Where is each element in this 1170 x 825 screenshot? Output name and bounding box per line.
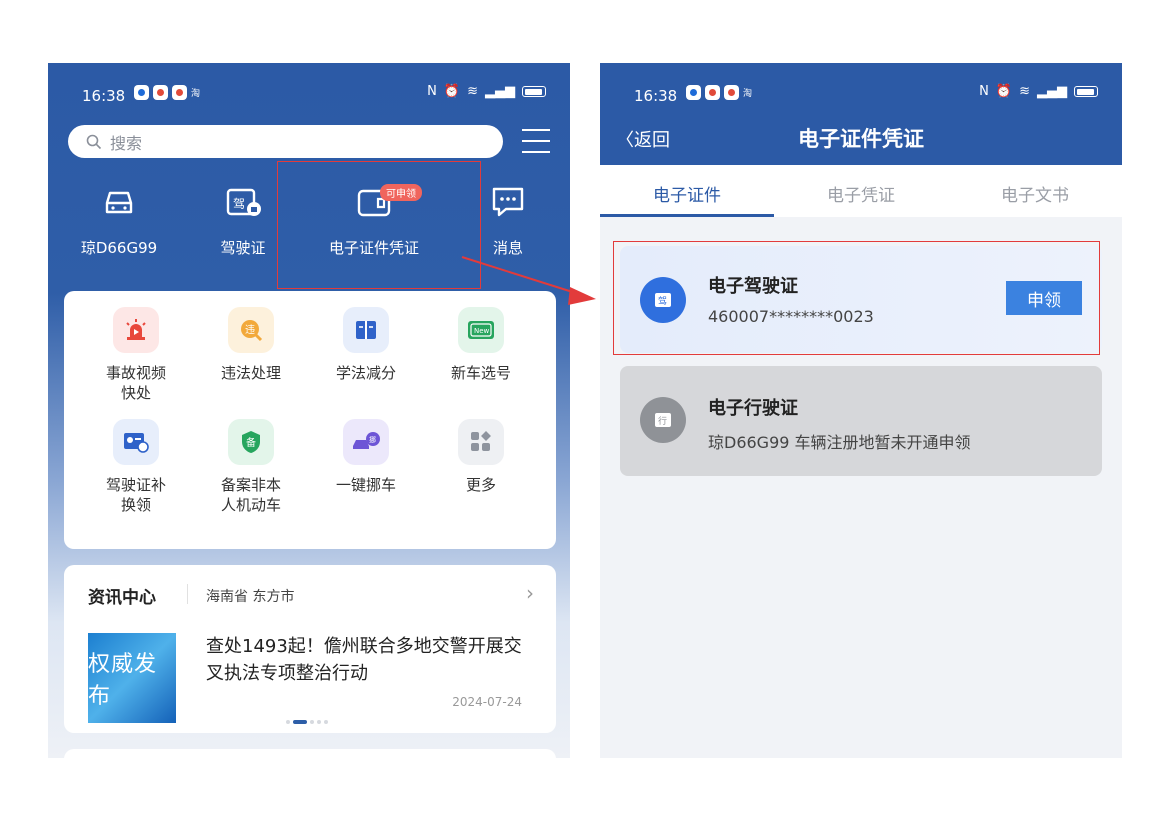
- right-phone-screen: 16:38 淘 N ⏰ ≋ ▂▄▆ 〈返回 电子证件凭证 电子证件 电子凭证 电…: [600, 63, 1122, 758]
- status-time: 16:38: [82, 87, 126, 105]
- card-name: 电子行驶证: [708, 398, 798, 419]
- highlight-box: [613, 241, 1100, 355]
- service-violation[interactable]: 违 违法处理: [196, 307, 306, 383]
- divider: [187, 584, 188, 604]
- highlight-box: [277, 161, 481, 289]
- signal-icon: ▂▄▆: [485, 84, 515, 99]
- vehicle-license-icon: 行: [640, 397, 686, 443]
- service-record-vehicle[interactable]: 备 备案非本人机动车: [196, 419, 306, 515]
- status-app-icons: 淘: [686, 85, 752, 100]
- card-status: 琼D66G99 车辆注册地暂未开通申领: [708, 433, 971, 452]
- nfc-icon: N: [427, 84, 437, 99]
- svg-text:驾: 驾: [233, 197, 245, 211]
- service-label: 更多: [465, 476, 496, 494]
- svg-text:挪: 挪: [369, 435, 376, 444]
- status-bar: 16:38 淘 N ⏰ ≋ ▂▄▆: [48, 63, 570, 125]
- quick-action-label: 琼D66G99: [80, 239, 158, 257]
- alarm-icon: ⏰: [443, 84, 461, 99]
- status-time: 16:38: [634, 87, 678, 105]
- message-icon: [492, 187, 524, 217]
- news-card[interactable]: 资讯中心 海南省 东方市 › 权威发布 查处1493起！儋州联合多地交警开展交叉…: [64, 565, 556, 733]
- news-date: 2024-07-24: [452, 695, 522, 709]
- quick-action-vehicle[interactable]: 琼D66G99: [64, 181, 174, 258]
- tab-e-vouchers[interactable]: 电子凭证: [774, 181, 948, 206]
- service-study-points[interactable]: 学法减分: [311, 307, 421, 383]
- chevron-right-icon[interactable]: ›: [526, 581, 534, 605]
- service-label: 一键挪车: [335, 476, 396, 494]
- more-icon: [458, 419, 504, 465]
- search-icon: [86, 134, 102, 149]
- wifi-icon: ≋: [467, 84, 478, 99]
- service-label: 违法处理: [220, 364, 281, 382]
- service-label: 备案非本人机动车: [220, 476, 281, 514]
- status-system-icons: N ⏰ ≋ ▂▄▆: [427, 84, 546, 99]
- page-title: 电子证件凭证: [798, 127, 924, 151]
- service-label: 驾驶证补换领: [105, 476, 166, 514]
- alarm-icon: ⏰: [995, 84, 1013, 99]
- signal-icon: ▂▄▆: [1037, 84, 1067, 99]
- left-phone-screen: 16:38 淘 N ⏰ ≋ ▂▄▆ 搜索 琼D66G99 驾 驾驶证 电子证件凭…: [48, 63, 570, 758]
- service-move-car[interactable]: 挪 一键挪车: [311, 419, 421, 495]
- service-label: 学法减分: [335, 364, 396, 382]
- nfc-icon: N: [979, 84, 989, 99]
- news-thumbnail: 权威发布: [88, 633, 176, 723]
- svg-text:New: New: [474, 327, 490, 335]
- service-more[interactable]: 更多: [426, 419, 536, 495]
- next-card-peek: [64, 749, 556, 758]
- svg-text:备: 备: [246, 436, 256, 449]
- menu-icon[interactable]: [522, 129, 550, 153]
- siren-icon: [113, 307, 159, 353]
- transition-arrow-icon: [461, 256, 596, 305]
- search-placeholder: 搜索: [110, 133, 143, 153]
- record-icon: 备: [228, 419, 274, 465]
- news-section-title: 资讯中心: [88, 588, 156, 608]
- tab-e-certificates[interactable]: 电子证件: [600, 181, 774, 206]
- book-icon: [343, 307, 389, 353]
- service-accident-video[interactable]: 事故视频快处: [81, 307, 191, 403]
- tow-car-icon: 挪: [343, 419, 389, 465]
- carousel-indicator: [286, 720, 328, 724]
- active-tab-indicator: [600, 214, 774, 217]
- services-card: 事故视频快处 违 违法处理 学法减分 New 新车选号 驾驶证补换领 备 备案非…: [64, 291, 556, 549]
- status-system-icons: N ⏰ ≋ ▂▄▆: [979, 84, 1098, 99]
- svg-text:行: 行: [658, 415, 667, 427]
- battery-icon: [1074, 86, 1098, 97]
- service-license-renew[interactable]: 驾驶证补换领: [81, 419, 191, 515]
- license-icon: 驾: [226, 188, 261, 216]
- service-new-plate[interactable]: New 新车选号: [426, 307, 536, 383]
- car-icon: [105, 191, 133, 214]
- tab-e-documents[interactable]: 电子文书: [948, 181, 1122, 206]
- svg-text:违: 违: [245, 324, 255, 336]
- battery-icon: [522, 86, 546, 97]
- tab-bar: 电子证件 电子凭证 电子文书: [600, 165, 1122, 217]
- license-renew-icon: [113, 419, 159, 465]
- wifi-icon: ≋: [1019, 84, 1030, 99]
- status-bar: 16:38 淘 N ⏰ ≋ ▂▄▆: [600, 63, 1122, 125]
- news-headline[interactable]: 查处1493起！儋州联合多地交警开展交叉执法专项整治行动: [206, 633, 526, 687]
- service-label: 事故视频快处: [105, 364, 166, 402]
- service-label: 新车选号: [450, 364, 511, 382]
- e-vehicle-license-card[interactable]: 行 电子行驶证 琼D66G99 车辆注册地暂未开通申领: [620, 366, 1102, 476]
- violation-icon: 违: [228, 307, 274, 353]
- status-app-icons: 淘: [134, 85, 200, 100]
- search-input[interactable]: 搜索: [68, 125, 503, 158]
- news-location[interactable]: 海南省 东方市: [206, 586, 294, 606]
